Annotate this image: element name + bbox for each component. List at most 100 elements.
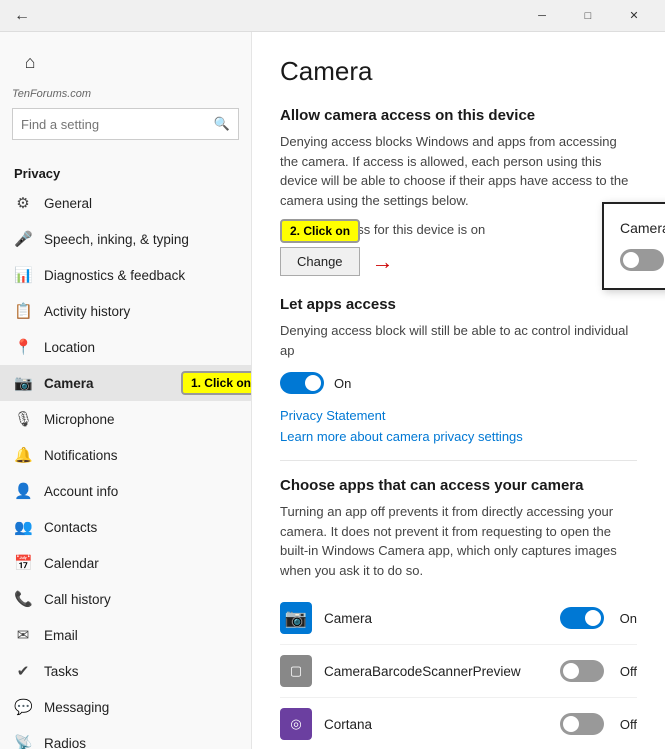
radios-icon: 📡 [14,734,32,749]
sidebar-item-location[interactable]: 📍 Location [0,329,251,365]
camera-on-label: On [334,376,351,391]
sidebar-item-email[interactable]: ✉ Email [0,617,251,653]
toggle-knob-on [305,375,321,391]
window-controls: ─ □ ✕ [519,0,657,32]
sidebar-item-notifications[interactable]: 🔔 Notifications [0,437,251,473]
allow-camera-title: Allow camera access on this device [280,107,637,124]
tasks-icon: ✔ [14,662,32,680]
app-row-camera: 📷 Camera On [280,592,637,645]
sidebar-item-contacts[interactable]: 👥 Contacts [0,509,251,545]
sidebar-item-label: Call history [44,592,111,607]
toggle-knob [563,716,579,732]
sidebar-top: ⌂ TenForums.com 🔍 [0,32,251,160]
camera-on-row: On [280,372,637,394]
email-icon: ✉ [14,626,32,644]
minimize-button[interactable]: ─ [519,0,565,32]
main-content: Camera Allow camera access on this devic… [252,32,665,749]
sidebar-item-radios[interactable]: 📡 Radios [0,725,251,749]
change-button[interactable]: Change [280,247,360,276]
sidebar-item-label: Radios [44,736,86,749]
sidebar-item-messaging[interactable]: 💬 Messaging [0,689,251,725]
cortana-app-toggle[interactable] [560,713,604,735]
activity-icon: 📋 [14,302,32,320]
camera-app-toggle[interactable] [560,607,604,629]
sidebar-item-label: Location [44,340,95,355]
messaging-icon: 💬 [14,698,32,716]
sidebar-item-label: Camera [44,376,94,391]
app-container: ⌂ TenForums.com 🔍 Privacy ⚙ General 🎤 Sp… [0,32,665,749]
sidebar-item-tasks[interactable]: ✔ Tasks [0,653,251,689]
search-box[interactable]: 🔍 [12,108,239,140]
divider [280,460,637,461]
camera-icon: 📷 [14,374,32,392]
site-logo: TenForums.com [12,88,239,100]
barcode-app-icon: ▢ [280,655,312,687]
change-callout: 2. Click on [280,219,360,243]
camera-popup-panel: Camera for this device Off 3. Turn off [602,202,665,290]
sidebar-item-label: Notifications [44,448,118,463]
home-button[interactable]: ⌂ [12,44,48,80]
search-icon: 🔍 [214,116,230,132]
location-icon: 📍 [14,338,32,356]
general-icon: ⚙ [14,194,32,212]
back-button[interactable]: ← [8,2,36,30]
sidebar-item-label: Account info [44,484,118,499]
sidebar-item-diagnostics[interactable]: 📊 Diagnostics & feedback [0,257,251,293]
toggle-knob [585,610,601,626]
sidebar-item-label: Microphone [44,412,115,427]
titlebar: ← ─ □ ✕ [0,0,665,32]
maximize-button[interactable]: □ [565,0,611,32]
cortana-app-icon: ◎ [280,708,312,740]
camera-device-toggle[interactable] [620,249,664,271]
microphone-icon: 🎙 [14,410,32,428]
cortana-app-name: Cortana [324,717,548,732]
change-btn-row: 2. Click on Change → [280,247,637,276]
camera-app-name: Camera [324,611,548,626]
arrow-icon: → [372,251,394,273]
let-apps-section: Let apps access Denying access block wil… [280,296,637,394]
camera-app-status: On [620,611,637,626]
notifications-icon: 🔔 [14,446,32,464]
page-title: Camera [280,56,637,87]
toggle-knob [563,663,579,679]
account-icon: 👤 [14,482,32,500]
sidebar-item-label: Speech, inking, & typing [44,232,189,247]
sidebar-item-call-history[interactable]: 📞 Call history [0,581,251,617]
camera-apps-toggle[interactable] [280,372,324,394]
sidebar-item-camera[interactable]: 📷 Camera 1. Click on [0,365,251,401]
sidebar-item-label: Email [44,628,78,643]
barcode-app-status: Off [620,664,637,679]
close-button[interactable]: ✕ [611,0,657,32]
allow-camera-desc: Denying access blocks Windows and apps f… [280,132,637,210]
privacy-statement-link[interactable]: Privacy Statement [280,408,637,423]
popup-title: Camera for this device [620,220,665,236]
search-input[interactable] [21,117,214,132]
let-apps-title: Let apps access [280,296,637,313]
barcode-app-toggle[interactable] [560,660,604,682]
sidebar-item-label: Messaging [44,700,109,715]
sidebar-item-label: Diagnostics & feedback [44,268,185,283]
apps-section-desc: Turning an app off prevents it from dire… [280,502,637,580]
sidebar-item-general[interactable]: ⚙ General [0,185,251,221]
apps-section-title: Choose apps that can access your camera [280,477,637,494]
let-apps-desc: Denying access block will still be able … [280,321,637,360]
call-history-icon: 📞 [14,590,32,608]
app-row-barcode: ▢ CameraBarcodeScannerPreview Off [280,645,637,698]
sidebar-item-activity[interactable]: 📋 Activity history [0,293,251,329]
speech-icon: 🎤 [14,230,32,248]
sidebar-item-speech[interactable]: 🎤 Speech, inking, & typing [0,221,251,257]
camera-app-icon: 📷 [280,602,312,634]
learn-more-link[interactable]: Learn more about camera privacy settings [280,429,637,444]
calendar-icon: 📅 [14,554,32,572]
sidebar-item-account-info[interactable]: 👤 Account info [0,473,251,509]
camera-callout: 1. Click on [181,371,252,395]
app-row-cortana: ◎ Cortana Off [280,698,637,749]
sidebar-item-label: Contacts [44,520,97,535]
sidebar-item-label: General [44,196,92,211]
diagnostics-icon: 📊 [14,266,32,284]
contacts-icon: 👥 [14,518,32,536]
sidebar-item-label: Tasks [44,664,79,679]
sidebar-item-microphone[interactable]: 🎙 Microphone [0,401,251,437]
sidebar-item-label: Activity history [44,304,130,319]
sidebar-item-calendar[interactable]: 📅 Calendar [0,545,251,581]
